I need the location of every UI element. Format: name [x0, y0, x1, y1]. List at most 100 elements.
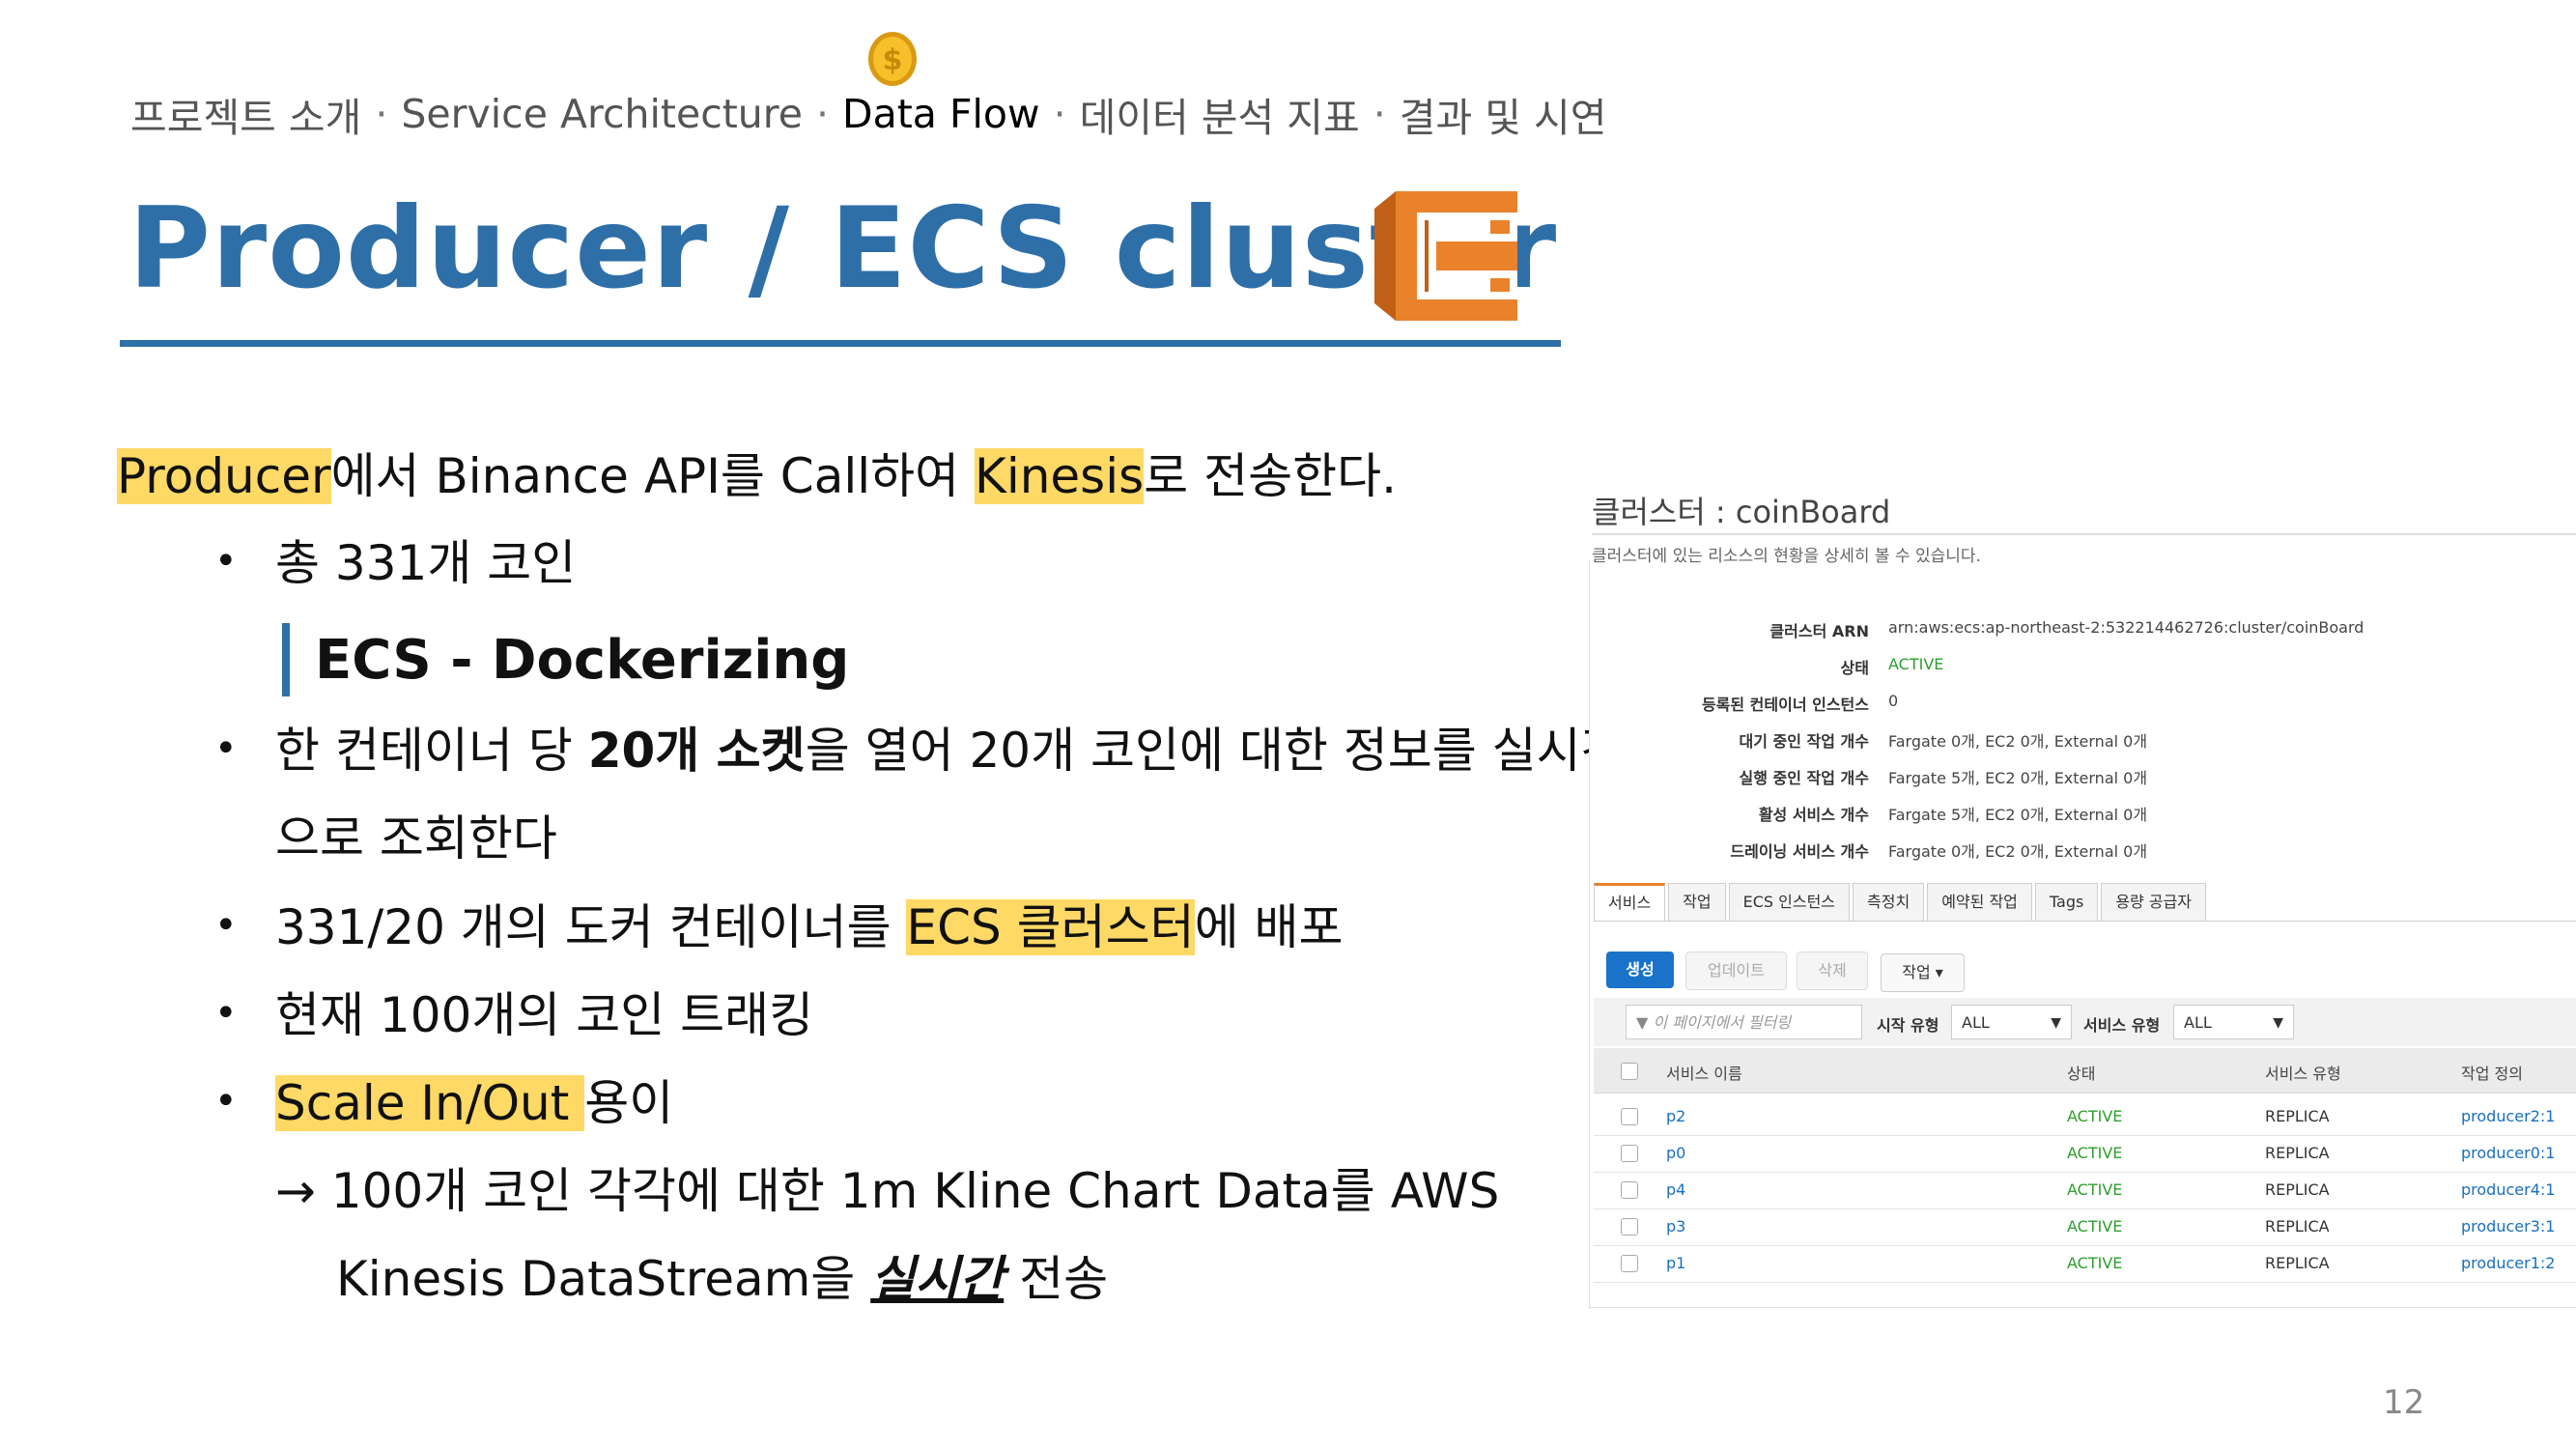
heading-accent-bar [282, 623, 290, 696]
panel-bottom-border [1589, 1307, 2576, 1308]
coin-icon: $ [868, 32, 917, 86]
dockerizing-heading: ECS - Dockerizing [282, 623, 849, 696]
row-checkbox[interactable] [1621, 1145, 1638, 1162]
highlight-scale: Scale In/Out [275, 1075, 585, 1131]
detail-value-instances: 0 [1888, 692, 1899, 710]
bullet-glyph: • [214, 991, 238, 1036]
tab-metrics[interactable]: 측정치 [1853, 883, 1925, 922]
bullet-sockets-continued: 으로 조회한다 [275, 810, 557, 867]
breadcrumb-item-analytics[interactable]: 데이터 분석 지표 [1080, 85, 1360, 143]
bullet-scaling: Scale In/Out 용이 [275, 1074, 673, 1132]
service-status: ACTIVE [2067, 1107, 2123, 1125]
task-definition-link[interactable]: producer0:1 [2461, 1144, 2555, 1162]
column-service-name[interactable]: 서비스 이름 [1666, 1061, 1742, 1084]
title-underline [120, 340, 1561, 347]
arrow-line: → 100개 코인 각각에 대한 1m Kline Chart Data를 AW… [275, 1163, 1500, 1219]
launch-type-value: ALL [1962, 1013, 1990, 1032]
task-actions-button[interactable]: 작업 ▾ [1881, 953, 1965, 992]
service-status: ACTIVE [2067, 1217, 2123, 1236]
service-status: ACTIVE [2067, 1254, 2123, 1272]
tab-tags[interactable]: Tags [2034, 883, 2099, 922]
svg-text:$: $ [883, 43, 903, 77]
service-type-select[interactable]: ALL ▼ [2173, 1005, 2294, 1039]
bullet-sockets-bold: 20개 소켓 [587, 723, 806, 779]
breadcrumb-separator: · [815, 91, 830, 137]
service-name-link[interactable]: p2 [1666, 1107, 1685, 1125]
detail-key-instances: 등록된 컨테이너 인스턴스 [1701, 696, 1869, 714]
caret-down-icon: ▼ [2273, 1015, 2283, 1031]
task-definition-link[interactable]: producer3:1 [2461, 1217, 2555, 1236]
service-name-link[interactable]: p3 [1666, 1217, 1685, 1236]
bullet-scaling-text: 용이 [584, 1075, 674, 1131]
row-divider [1594, 1282, 2576, 1283]
filter-input[interactable]: ▼ 이 페이지에서 필터링 [1626, 1005, 1862, 1039]
select-all-checkbox[interactable] [1621, 1063, 1638, 1080]
update-button[interactable]: 업데이트 [1685, 952, 1787, 990]
intro-text: 에서 Binance API를 Call하여 [330, 448, 976, 504]
service-name-link[interactable]: p1 [1666, 1254, 1685, 1272]
service-type: REPLICA [2265, 1180, 2330, 1199]
tab-scheduled-tasks[interactable]: 예약된 작업 [1927, 883, 2032, 922]
dockerizing-heading-text: ECS - Dockerizing [315, 628, 850, 692]
bullet-glyph: • [214, 1079, 238, 1123]
highlight-producer: Producer [117, 448, 331, 504]
row-divider [1594, 1172, 2576, 1173]
breadcrumb-separator: · [1373, 91, 1386, 137]
detail-value-active-services: Fargate 5개, EC2 0개, External 0개 [1888, 806, 2148, 824]
task-definition-link[interactable]: producer2:1 [2461, 1107, 2555, 1125]
page-number: 12 [2383, 1383, 2425, 1422]
service-type: REPLICA [2265, 1107, 2330, 1125]
caret-down-icon: ▼ [2051, 1015, 2061, 1031]
tab-services[interactable]: 서비스 [1594, 883, 1666, 922]
delete-button[interactable]: 삭제 [1797, 952, 1868, 990]
column-status[interactable]: 상태 [2067, 1061, 2095, 1084]
row-checkbox[interactable] [1621, 1218, 1638, 1236]
launch-type-select[interactable]: ALL ▼ [1951, 1005, 2072, 1039]
arrow-cont-text-end: 전송 [1004, 1251, 1109, 1307]
console-tabs: 서비스 작업 ECS 인스턴스 측정치 예약된 작업 Tags 용량 공급자 [1594, 883, 2209, 922]
tab-capacity-providers[interactable]: 용량 공급자 [2101, 883, 2206, 922]
row-divider [1594, 1245, 2576, 1246]
filter-icon: ▼ [1636, 1013, 1649, 1032]
arrow-cont-text: Kinesis DataStream을 [336, 1251, 871, 1307]
breadcrumb: 프로젝트 소개 · Service Architecture · Data Fl… [130, 85, 1606, 143]
breadcrumb-item-architecture[interactable]: Service Architecture [401, 91, 803, 137]
row-checkbox[interactable] [1621, 1255, 1638, 1272]
bullet-sockets-text-end: 을 열어 20개 코인에 대한 정보를 실시간 [805, 723, 1626, 779]
cluster-subtitle: 클러스터에 있는 리소스의 현황을 상세히 볼 수 있습니다. [1592, 547, 1981, 566]
service-name-link[interactable]: p4 [1666, 1180, 1685, 1199]
detail-value-arn: arn:aws:ecs:ap-northeast-2:532214462726:… [1888, 618, 2364, 637]
detail-key-draining: 드레이닝 서비스 개수 [1730, 842, 1869, 861]
task-definition-link[interactable]: producer4:1 [2461, 1180, 2555, 1199]
detail-key-pending: 대기 중인 작업 개수 [1739, 732, 1869, 751]
detail-value-status: ACTIVE [1888, 655, 1944, 673]
panel-left-border [1589, 560, 1590, 1309]
service-type-value: ALL [2184, 1013, 2212, 1032]
bullet-sockets: 한 컨테이너 당 20개 소켓을 열어 20개 코인에 대한 정보를 실시간 [275, 722, 1626, 780]
detail-value-running: Fargate 5개, EC2 0개, External 0개 [1888, 769, 2148, 787]
bullet-deploy-text: 331/20 개의 도커 컨테이너를 [275, 899, 907, 955]
filter-placeholder: 이 페이지에서 필터링 [1653, 1013, 1792, 1032]
highlight-ecs-cluster: ECS 클러스터 [906, 899, 1195, 955]
service-type: REPLICA [2265, 1144, 2330, 1162]
tab-ecs-instances[interactable]: ECS 인스턴스 [1728, 883, 1851, 922]
breadcrumb-item-dataflow[interactable]: Data Flow [842, 91, 1040, 137]
column-task-definition[interactable]: 작업 정의 [2461, 1061, 2523, 1084]
task-definition-link[interactable]: producer1:2 [2461, 1254, 2555, 1272]
detail-key-active-services: 활성 서비스 개수 [1758, 806, 1869, 824]
column-service-type[interactable]: 서비스 유형 [2265, 1061, 2341, 1084]
bullet-glyph: • [214, 903, 238, 948]
row-checkbox[interactable] [1621, 1181, 1638, 1199]
bullet-deploy: 331/20 개의 도커 컨테이너를 ECS 클러스터에 배포 [275, 898, 1344, 956]
tab-tasks[interactable]: 작업 [1668, 883, 1726, 922]
create-button[interactable]: 생성 [1606, 952, 1674, 988]
arrow-line-continued: Kinesis DataStream을 실시간 전송 [336, 1250, 1108, 1308]
row-checkbox[interactable] [1621, 1108, 1638, 1125]
breadcrumb-item-results[interactable]: 결과 및 시연 [1400, 85, 1607, 143]
breadcrumb-item-intro[interactable]: 프로젝트 소개 [130, 85, 361, 143]
intro-text-end: 로 전송한다. [1144, 448, 1397, 504]
service-name-link[interactable]: p0 [1666, 1144, 1685, 1162]
detail-key-status: 상태 [1840, 659, 1869, 677]
ecs-logo-icon [1374, 191, 1517, 321]
detail-value-draining: Fargate 0개, EC2 0개, External 0개 [1888, 842, 2148, 861]
